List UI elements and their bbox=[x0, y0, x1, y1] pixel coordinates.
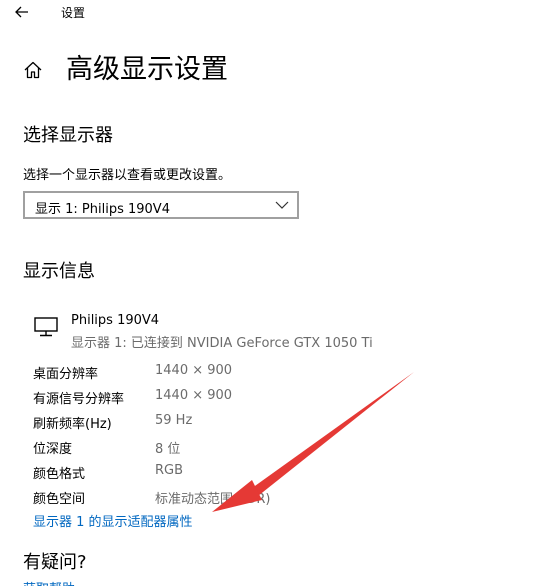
info-label: 位深度 bbox=[33, 442, 73, 457]
arrow-left-icon bbox=[15, 6, 28, 18]
page-title: 高级显示设置 bbox=[66, 54, 228, 85]
info-label: 颜色格式 bbox=[33, 467, 86, 482]
info-value: 59 Hz bbox=[155, 413, 193, 428]
window-title: 设置 bbox=[61, 6, 86, 20]
info-label: 颜色空间 bbox=[33, 492, 86, 507]
info-row-bit-depth: 位深度 8 位 bbox=[33, 435, 433, 460]
info-row-desktop-resolution: 桌面分辨率 1440 × 900 bbox=[33, 360, 433, 385]
display-select[interactable]: 显示 1: Philips 190V4 bbox=[23, 191, 299, 219]
info-row-color-space: 颜色空间 标准动态范围(SDR) bbox=[33, 485, 433, 510]
display-select-value: 显示 1: Philips 190V4 bbox=[35, 202, 170, 217]
settings-page: 设置 高级显示设置 选择显示器 选择一个显示器以查看或更改设置。 显示 1: P… bbox=[0, 0, 538, 586]
display-adapter-properties-link[interactable]: 显示器 1 的显示适配器属性 bbox=[33, 511, 193, 530]
info-value: RGB bbox=[155, 463, 184, 478]
back-button[interactable] bbox=[10, 2, 34, 22]
page-header: 高级显示设置 bbox=[20, 50, 228, 90]
info-label: 有源信号分辨率 bbox=[33, 392, 125, 407]
home-icon bbox=[24, 61, 42, 79]
info-value: 1440 × 900 bbox=[155, 388, 233, 403]
home-button[interactable] bbox=[20, 57, 46, 83]
info-row-color-format: 颜色格式 RGB bbox=[33, 460, 433, 485]
info-value: 8 位 bbox=[155, 442, 181, 457]
info-label: 刷新频率(Hz) bbox=[33, 417, 112, 432]
monitor-connection: 显示器 1: 已连接到 NVIDIA GeForce GTX 1050 Ti bbox=[71, 336, 373, 351]
info-row-refresh-rate: 刷新频率(Hz) 59 Hz bbox=[33, 410, 433, 435]
help-heading: 有疑问? bbox=[23, 552, 87, 573]
info-row-active-signal-resolution: 有源信号分辨率 1440 × 900 bbox=[33, 385, 433, 410]
monitor-summary: Philips 190V4 显示器 1: 已连接到 NVIDIA GeForce… bbox=[34, 312, 494, 352]
monitor-icon bbox=[34, 317, 58, 337]
info-value: 1440 × 900 bbox=[155, 363, 233, 378]
display-info-table: 桌面分辨率 1440 × 900 有源信号分辨率 1440 × 900 刷新频率… bbox=[33, 360, 433, 510]
monitor-name: Philips 190V4 bbox=[71, 313, 160, 328]
display-info-heading: 显示信息 bbox=[23, 261, 95, 282]
info-value: 标准动态范围(SDR) bbox=[155, 492, 271, 507]
chevron-down-icon bbox=[275, 201, 289, 209]
select-display-description: 选择一个显示器以查看或更改设置。 bbox=[23, 168, 232, 183]
title-bar: 设置 bbox=[0, 0, 538, 26]
select-display-heading: 选择显示器 bbox=[23, 125, 113, 146]
info-label: 桌面分辨率 bbox=[33, 367, 99, 382]
get-help-link[interactable]: 获取帮助 bbox=[23, 578, 75, 586]
